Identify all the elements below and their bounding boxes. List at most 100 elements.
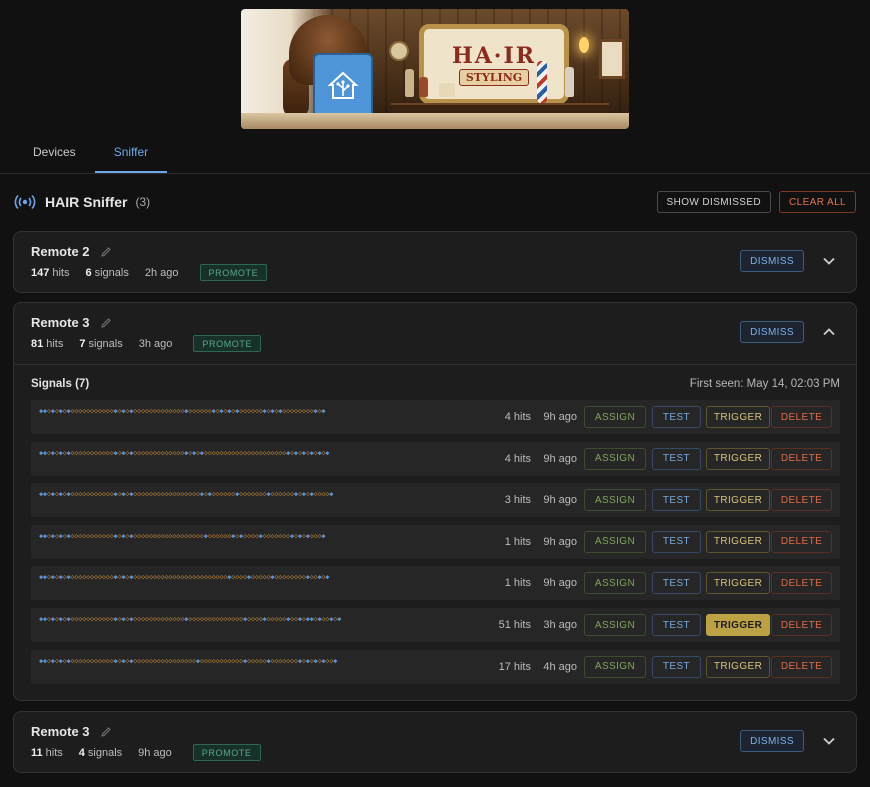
signal-hits: 1 hits — [504, 535, 531, 548]
banner-sign-subtitle: STYLING — [458, 68, 530, 86]
signal-code: ◆◆◇◆◇◆◇◆◇◇◇◇◇◇◇◇◇◇◇◆◇◆◇◆◇◇◇◇◇◇◇◇◇◇◇◇◇◇◇◇… — [39, 573, 330, 582]
hits-count: 81 — [31, 337, 44, 350]
last-seen: 9h ago — [138, 746, 172, 759]
assign-button[interactable]: ASSIGN — [584, 530, 646, 553]
trigger-button[interactable]: TRIGGER — [706, 489, 770, 512]
chevron-up-icon[interactable] — [822, 325, 836, 339]
remote-card: Remote 3 11 hits 4 signals 9h ago PROMOTE … — [13, 711, 857, 773]
signal-code: ◆◆◇◆◇◆◇◆◇◇◇◇◇◇◇◇◇◇◇◆◇◆◇◆◇◇◇◇◇◇◇◇◇◇◇◇◇◇◇◇… — [39, 531, 326, 540]
clear-all-button[interactable]: CLEAR ALL — [779, 191, 856, 213]
assign-button[interactable]: ASSIGN — [584, 447, 646, 470]
chevron-down-icon[interactable] — [822, 734, 836, 748]
signals-label: signals — [88, 337, 123, 350]
remote-card: Remote 2 147 hits 6 signals 2h ago PROMOTE… — [13, 231, 857, 293]
trigger-button[interactable]: TRIGGER — [706, 406, 770, 428]
test-button[interactable]: TEST — [652, 406, 701, 428]
signal-last-seen: 9h ago — [543, 411, 577, 423]
bottle-icon — [405, 69, 414, 97]
assign-button[interactable]: ASSIGN — [584, 572, 646, 595]
tab-sniffer[interactable]: Sniffer — [94, 139, 168, 173]
remote-card-expanded: Remote 3 81 hits 7 signals 3h ago PROMOTE … — [13, 302, 857, 701]
first-seen: First seen: May 14, 02:03 PM — [689, 378, 840, 390]
delete-button[interactable]: DELETE — [771, 447, 832, 470]
test-button[interactable]: TEST — [652, 530, 701, 553]
banner-image: HA·IR STYLING — [241, 9, 629, 129]
banner-counter — [241, 113, 629, 129]
tab-bar: Devices Sniffer — [14, 139, 168, 173]
remote-name-row: Remote 3 — [31, 724, 112, 739]
remote-name: Remote 2 — [31, 244, 90, 259]
signal-code: ◆◆◇◆◇◆◇◆◇◇◇◇◇◇◇◇◇◇◇◆◇◆◇◆◇◇◇◇◇◇◇◇◇◇◇◇◇◆◇◇… — [39, 407, 326, 415]
remote-name-row: Remote 3 — [31, 315, 112, 330]
home-assistant-logo-icon — [313, 53, 373, 119]
signal-row: ◆◆◇◆◇◆◇◆◇◇◇◇◇◇◇◇◇◇◇◆◇◆◇◆◇◇◇◇◇◇◇◇◇◇◇◇◇◇◇◇… — [31, 566, 840, 601]
hits-label: hits — [52, 266, 70, 279]
picture-frame-icon — [599, 39, 625, 79]
delete-button[interactable]: DELETE — [771, 530, 832, 553]
hits-count: 11 — [31, 746, 43, 759]
signal-row: ◆◆◇◆◇◆◇◆◇◇◇◇◇◇◇◇◇◇◇◆◇◆◇◆◇◇◇◇◇◇◇◇◇◇◇◇◇◇◇◇… — [31, 524, 840, 559]
remote-name-row: Remote 2 — [31, 244, 112, 259]
sniffer-header: HAIR Sniffer (3) SHOW DISMISSED CLEAR AL… — [14, 190, 856, 214]
signal-hits: 4 hits — [504, 411, 531, 423]
trigger-button[interactable]: TRIGGER — [706, 614, 770, 636]
gauge-icon — [389, 41, 409, 61]
signals-title: Signals (7) — [31, 378, 90, 390]
chevron-down-icon[interactable] — [822, 254, 836, 268]
edit-pencil-icon[interactable] — [100, 726, 112, 738]
banner-sign-title: HA·IR — [451, 42, 537, 69]
edit-pencil-icon[interactable] — [100, 317, 112, 329]
signal-last-seen: 9h ago — [543, 535, 577, 548]
signals-label: signals — [87, 746, 123, 759]
signal-hits: 1 hits — [504, 577, 531, 590]
delete-button[interactable]: DELETE — [771, 572, 832, 595]
bottle-icon — [565, 67, 574, 97]
trigger-button[interactable]: TRIGGER — [706, 530, 770, 553]
show-dismissed-button[interactable]: SHOW DISMISSED — [656, 191, 772, 213]
dismiss-button[interactable]: DISMISS — [740, 321, 804, 343]
delete-button[interactable]: DELETE — [771, 489, 832, 512]
assign-button[interactable]: ASSIGN — [584, 406, 646, 428]
signal-row: ◆◆◇◆◇◆◇◆◇◇◇◇◇◇◇◇◇◇◇◆◇◆◇◆◇◇◇◇◇◇◇◇◇◇◇◇◇◆◇◆… — [31, 441, 840, 476]
delete-button[interactable]: DELETE — [771, 655, 832, 678]
remote-stats: 11 hits 4 signals 9h ago PROMOTE — [31, 744, 261, 761]
radio-broadcast-icon — [14, 194, 36, 210]
test-button[interactable]: TEST — [652, 489, 701, 512]
signal-code: ◆◆◇◆◇◆◇◆◇◇◇◇◇◇◇◇◇◇◇◆◇◆◇◆◇◇◇◇◇◇◇◇◇◇◇◇◇◇◇◇… — [39, 490, 334, 499]
assign-button[interactable]: ASSIGN — [584, 614, 646, 636]
bottle-icon — [439, 83, 455, 97]
hits-count: 147 — [31, 266, 50, 279]
edit-pencil-icon[interactable] — [100, 246, 112, 258]
bottle-icon — [419, 77, 428, 97]
delete-button[interactable]: DELETE — [771, 614, 832, 636]
trigger-button[interactable]: TRIGGER — [706, 447, 770, 470]
signal-hits: 17 hits — [498, 660, 531, 673]
signal-hits: 4 hits — [504, 452, 531, 465]
promote-button[interactable]: PROMOTE — [192, 744, 261, 761]
dismiss-button[interactable]: DISMISS — [740, 730, 804, 752]
assign-button[interactable]: ASSIGN — [584, 489, 646, 512]
signal-last-seen: 9h ago — [543, 577, 577, 590]
signals-label: signals — [94, 266, 129, 279]
signal-last-seen: 4h ago — [543, 660, 577, 673]
test-button[interactable]: TEST — [652, 572, 701, 595]
card-divider — [14, 364, 856, 365]
promote-button[interactable]: PROMOTE — [193, 335, 262, 352]
test-button[interactable]: TEST — [652, 614, 701, 636]
remote-name: Remote 3 — [31, 724, 90, 739]
signal-hits: 3 hits — [504, 494, 531, 507]
device-count: (3) — [135, 195, 151, 209]
test-button[interactable]: TEST — [652, 447, 701, 470]
tab-devices[interactable]: Devices — [14, 139, 95, 173]
lamp-icon — [579, 37, 589, 53]
trigger-button[interactable]: TRIGGER — [706, 655, 770, 678]
signal-code: ◆◆◇◆◇◆◇◆◇◇◇◇◇◇◇◇◇◇◇◆◇◆◇◆◇◇◇◇◇◇◇◇◇◇◇◇◇◇◇◇… — [39, 656, 338, 665]
hits-label: hits — [46, 337, 64, 350]
dismiss-button[interactable]: DISMISS — [740, 250, 804, 272]
trigger-button[interactable]: TRIGGER — [706, 572, 770, 595]
test-button[interactable]: TEST — [652, 655, 701, 678]
signal-code: ◆◆◇◆◇◆◇◆◇◇◇◇◇◇◇◇◇◇◇◆◇◆◇◆◇◇◇◇◇◇◇◇◇◇◇◇◇◆◇◆… — [39, 448, 330, 457]
promote-button[interactable]: PROMOTE — [199, 264, 268, 281]
assign-button[interactable]: ASSIGN — [584, 655, 646, 678]
delete-button[interactable]: DELETE — [771, 406, 832, 428]
